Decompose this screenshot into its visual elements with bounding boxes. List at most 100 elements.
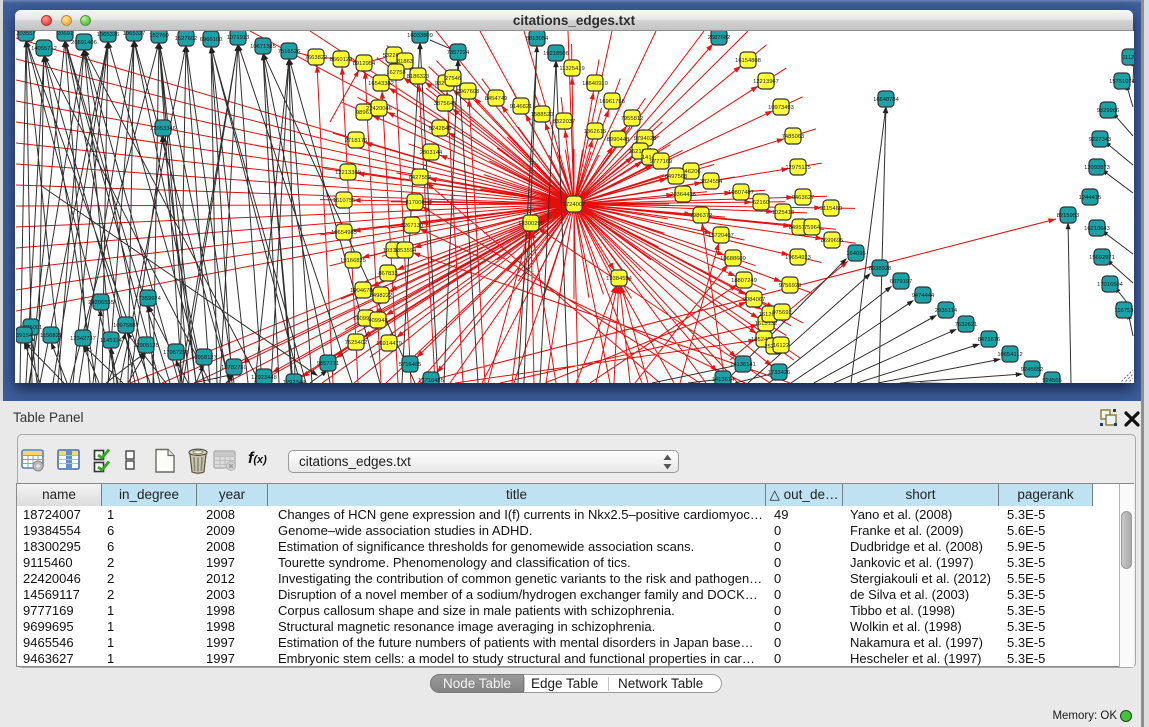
- svg-text:27546: 27546: [445, 76, 461, 82]
- svg-text:9084067: 9084067: [743, 297, 766, 303]
- svg-text:1065327: 1065327: [123, 31, 146, 37]
- svg-text:8498222: 8498222: [370, 293, 393, 299]
- svg-text:12213369: 12213369: [335, 170, 361, 176]
- svg-text:1413614: 1413614: [712, 377, 735, 383]
- svg-text:8186323: 8186323: [407, 74, 430, 80]
- svg-text:1071913: 1071913: [227, 35, 250, 41]
- svg-text:16033809: 16033809: [407, 33, 433, 39]
- svg-text:203557: 203557: [16, 31, 35, 37]
- svg-text:1025418: 1025418: [772, 210, 795, 216]
- svg-text:2803144: 2803144: [420, 150, 443, 156]
- svg-text:1065326: 1065326: [97, 32, 120, 38]
- svg-text:7625402: 7625402: [345, 340, 368, 346]
- svg-text:164095: 164095: [846, 251, 865, 257]
- svg-text:8938928: 8938928: [869, 266, 892, 272]
- svg-text:20364436: 20364436: [670, 192, 696, 198]
- svg-text:19654985: 19654985: [331, 230, 357, 236]
- svg-text:17359924: 17359924: [135, 296, 162, 302]
- svg-text:1527602: 1527602: [175, 36, 198, 42]
- svg-text:16210643: 16210643: [1084, 226, 1110, 232]
- svg-text:62160: 62160: [753, 200, 769, 206]
- svg-text:10671385: 10671385: [250, 44, 276, 50]
- svg-text:9329966: 9329966: [1097, 108, 1120, 114]
- svg-text:9227343: 9227343: [1089, 137, 1112, 143]
- svg-text:1724007: 1724007: [563, 202, 586, 208]
- svg-text:9474444: 9474444: [912, 293, 935, 299]
- svg-text:3875645: 3875645: [434, 101, 457, 107]
- svg-text:6966100: 6966100: [200, 37, 223, 43]
- svg-text:1353594: 1353594: [394, 248, 417, 254]
- svg-text:12093873: 12093873: [1084, 165, 1110, 171]
- svg-text:39154: 39154: [16, 333, 33, 339]
- svg-text:7357224: 7357224: [447, 50, 470, 56]
- svg-text:10975887: 10975887: [113, 323, 139, 329]
- svg-text:8427552: 8427552: [409, 175, 432, 181]
- svg-text:9794028: 9794028: [634, 136, 657, 142]
- svg-text:116753: 116753: [1115, 308, 1134, 314]
- svg-text:3267130: 3267130: [401, 223, 424, 229]
- svg-text:10654112: 10654112: [997, 352, 1022, 358]
- svg-text:14055712: 14055712: [31, 46, 57, 52]
- svg-text:12213967: 12213967: [753, 79, 779, 85]
- svg-text:8912954: 8912954: [353, 61, 376, 67]
- svg-text:8215953: 8215953: [1057, 213, 1080, 219]
- svg-text:7485063: 7485063: [782, 134, 805, 140]
- svg-text:22420046: 22420046: [366, 106, 392, 112]
- svg-text:10688609: 10688609: [720, 256, 746, 262]
- svg-text:1156829: 1156829: [40, 333, 62, 339]
- svg-text:8813054: 8813054: [526, 36, 549, 42]
- svg-text:12975115: 12975115: [785, 165, 810, 171]
- svg-text:20691: 20691: [57, 31, 73, 37]
- svg-text:10807487: 10807487: [728, 190, 754, 196]
- svg-text:9857771: 9857771: [317, 361, 340, 367]
- svg-text:1610755: 1610755: [333, 198, 356, 204]
- svg-text:1362615: 1362615: [584, 129, 607, 135]
- svg-text:9463627: 9463627: [792, 195, 815, 201]
- svg-text:11325419: 11325419: [559, 66, 584, 72]
- svg-text:2718176: 2718176: [345, 138, 368, 144]
- svg-text:152760: 152760: [149, 33, 168, 39]
- svg-text:2967608: 2967608: [457, 89, 480, 95]
- svg-text:16782759: 16782759: [221, 365, 247, 371]
- svg-text:8471676: 8471676: [978, 337, 1001, 343]
- svg-text:7632621: 7632621: [955, 322, 978, 328]
- svg-text:1244415: 1244415: [1079, 195, 1102, 201]
- svg-text:12923448: 12923448: [251, 375, 277, 381]
- svg-text:75964: 75964: [804, 225, 821, 231]
- svg-text:817006: 817006: [405, 200, 424, 206]
- svg-text:1292344: 1292344: [283, 380, 306, 383]
- svg-text:14136141: 14136141: [730, 362, 756, 368]
- svg-text:8660124: 8660124: [330, 57, 353, 63]
- svg-text:7955812: 7955812: [621, 116, 644, 122]
- svg-text:19384554: 19384554: [606, 276, 633, 282]
- svg-text:17957253: 17957253: [163, 350, 189, 356]
- svg-text:5716485: 5716485: [399, 362, 422, 368]
- svg-text:8454749: 8454749: [485, 96, 508, 102]
- svg-text:16122: 16122: [773, 343, 789, 349]
- svg-text:13716485: 13716485: [418, 378, 444, 383]
- svg-text:15720407: 15720407: [708, 233, 734, 239]
- svg-text:16914479: 16914479: [376, 341, 402, 347]
- svg-text:10958127: 10958127: [191, 355, 217, 361]
- svg-text:9115460: 9115460: [820, 206, 842, 212]
- svg-text:1733426: 1733426: [768, 370, 791, 376]
- svg-text:409948: 409948: [368, 318, 387, 324]
- svg-text:12905135: 12905135: [133, 343, 159, 349]
- svg-text:2687682: 2687682: [708, 35, 731, 41]
- svg-text:2935114: 2935114: [935, 308, 958, 314]
- svg-text:19218506: 19218506: [543, 51, 569, 57]
- svg-text:17016504: 17016504: [1097, 282, 1124, 288]
- svg-text:1588520: 1588520: [531, 112, 554, 118]
- svg-text:7663822: 7663822: [305, 55, 328, 61]
- svg-text:9146821: 9146821: [510, 104, 533, 110]
- svg-text:924565: 924565: [1042, 378, 1061, 383]
- svg-text:867833: 867833: [378, 271, 397, 277]
- svg-text:11123: 11123: [1122, 55, 1134, 61]
- svg-text:22053346: 22053346: [150, 126, 176, 132]
- svg-text:162758: 162758: [386, 70, 405, 76]
- svg-text:19166825: 19166825: [340, 258, 366, 264]
- svg-text:18640910: 18640910: [582, 81, 608, 87]
- svg-text:15692971: 15692971: [1089, 255, 1115, 261]
- svg-text:15751074: 15751074: [1109, 79, 1134, 85]
- svg-text:10973493: 10973493: [768, 105, 794, 111]
